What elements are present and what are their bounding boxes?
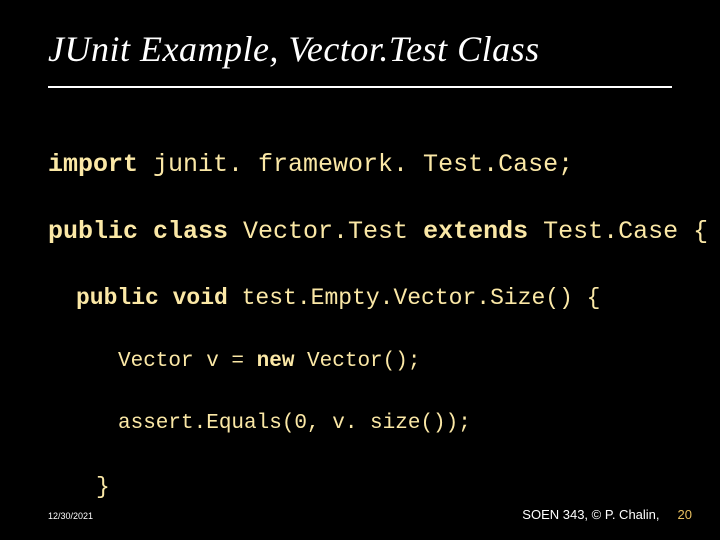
- code-text: assert.Equals(0, v. size());: [118, 412, 471, 435]
- footer-page-number: 20: [678, 507, 692, 522]
- footer: 12/30/2021 SOEN 343, © P. Chalin, 20: [48, 507, 692, 522]
- code-line: }: [48, 537, 672, 540]
- code-text: Vector();: [294, 350, 420, 373]
- title-divider: [48, 86, 672, 88]
- code-text: junit. framework. Test.Case;: [138, 150, 573, 179]
- keyword-import: import: [48, 150, 138, 179]
- code-text: Test.Case {: [528, 217, 708, 246]
- footer-credit: SOEN 343, © P. Chalin,: [522, 507, 659, 522]
- code-text: }: [96, 474, 110, 500]
- keyword-extends: extends: [423, 217, 528, 246]
- code-text: test.Empty.Vector.Size() {: [228, 285, 601, 311]
- footer-right: SOEN 343, © P. Chalin, 20: [522, 507, 692, 522]
- code-line: Vector v = new Vector();: [48, 348, 672, 376]
- code-line: import junit. framework. Test.Case;: [48, 148, 672, 182]
- slide: JUnit Example, Vector.Test Class import …: [0, 0, 720, 540]
- code-line: public void test.Empty.Vector.Size() {: [48, 283, 672, 314]
- keyword-public-void: public void: [76, 285, 228, 311]
- footer-date: 12/30/2021: [48, 511, 93, 521]
- slide-title: JUnit Example, Vector.Test Class: [48, 28, 672, 80]
- code-text: Vector v =: [118, 350, 257, 373]
- code-line: }: [48, 472, 672, 503]
- code-line: assert.Equals(0, v. size());: [48, 410, 672, 438]
- code-line: public class Vector.Test extends Test.Ca…: [48, 215, 672, 249]
- keyword-new: new: [257, 350, 295, 373]
- code-block: import junit. framework. Test.Case; publ…: [48, 114, 672, 540]
- code-text: Vector.Test: [228, 217, 423, 246]
- keyword-public-class: public class: [48, 217, 228, 246]
